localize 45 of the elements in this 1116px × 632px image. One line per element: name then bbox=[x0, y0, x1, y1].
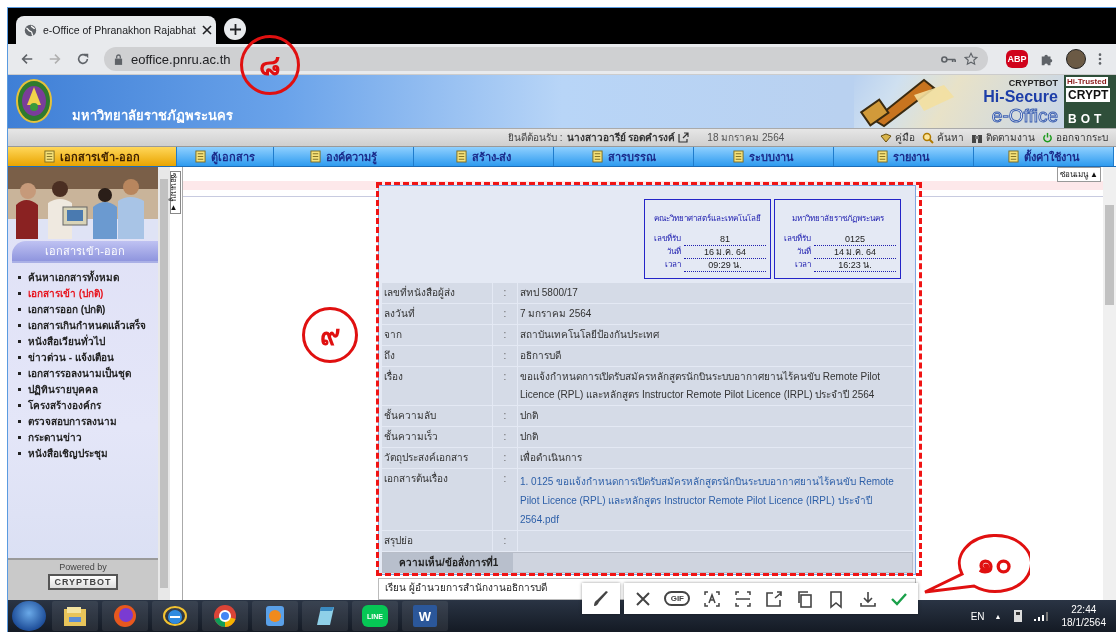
circled-number: ๘ bbox=[240, 35, 300, 95]
field-value: เพื่อดำเนินการ bbox=[518, 448, 913, 468]
colon-separator: : bbox=[503, 308, 507, 319]
greeting-label: ยินดีต้อนรับ : bbox=[508, 131, 563, 145]
field-label: เรื่อง bbox=[382, 367, 492, 405]
powered-by-label: Powered by bbox=[59, 562, 107, 572]
current-date: 18 มกราคม 2564 bbox=[707, 131, 785, 145]
colon-separator: : bbox=[503, 329, 507, 340]
colon-separator: : bbox=[503, 371, 507, 382]
field-label: วัตถุประสงค์เอกสาร bbox=[382, 448, 492, 468]
circled-number: ๙ bbox=[302, 307, 358, 363]
tab-title: e-Office of Phranakhon Rajabhat bbox=[43, 24, 196, 36]
field-label: ชั้นความเร็ว bbox=[382, 427, 492, 447]
field-label: สรุปย่อ bbox=[382, 531, 492, 551]
colon-separator: : bbox=[503, 410, 507, 421]
field-label: ถึง bbox=[382, 346, 492, 366]
brand-text: Hi-Secure bbox=[983, 89, 1058, 105]
section-heading: เอกสารเข้า-ออก bbox=[12, 241, 158, 263]
field-value: สถาบันเทคโนโลยีป้องกันประเทศ bbox=[518, 325, 913, 345]
field-label: เอกสารต้นเรื่อง bbox=[382, 469, 492, 530]
field-value: ปกติ bbox=[518, 406, 913, 426]
brand-text: e-Office bbox=[991, 106, 1058, 125]
university-name: มหาวิทยาลัยราชภัฏพระนคร bbox=[72, 107, 233, 125]
field-value: อธิการบดี bbox=[518, 346, 913, 366]
field-value: สทป 5800/17 bbox=[518, 283, 913, 303]
brand-text: CRYPTBOT bbox=[1008, 79, 1058, 88]
field-label: ลงวันที่ bbox=[382, 304, 492, 324]
colon-separator: : bbox=[503, 473, 507, 484]
user-name: นางสาวอารีย์ รอดคำรงค์ bbox=[566, 131, 676, 145]
colon-separator: : bbox=[503, 431, 507, 442]
field-label: เลขที่หนังสือผู้ส่ง bbox=[382, 283, 492, 303]
field-label: ชั้นความลับ bbox=[382, 406, 492, 426]
receipt-stamp: คณะวิทยาศาสตร์และเทคโนโลยี เลขที่รับ 81 วันที่ 16 ม.ค. 64 เวลา 09:29 น. bbox=[644, 199, 771, 279]
vendor-logo: CRYPTBOT bbox=[48, 574, 118, 590]
brand-logo: Hi-Trusted CRYPT BOT bbox=[1064, 75, 1116, 128]
field-value: ขอแจ้งกำหนดการเปิดรับสมัครหลักสูตรนักบินระบบอากาศยานไร้คนขับ Remote Pilot Licence (RPL) และหลักสูตร Instructor Remote Pilot Licence (IRPL) ประจำปี 2564 bbox=[518, 367, 913, 405]
field-label: จาก bbox=[382, 325, 492, 345]
colon-separator: : bbox=[503, 452, 507, 463]
colon-separator: : bbox=[503, 535, 507, 546]
receipt-stamp: มหาวิทยาลัยราชภัฏพระนคร เลขที่รับ 0125 วันที่ 14 ม.ค. 64 เวลา 16:23 น. bbox=[774, 199, 901, 279]
field-value: 7 มกราคม 2564 bbox=[518, 304, 913, 324]
colon-separator: : bbox=[503, 350, 507, 361]
url-text: eoffice.pnru.ac.th bbox=[131, 51, 231, 67]
colon-separator: : bbox=[503, 287, 507, 298]
field-value: ปกติ bbox=[518, 427, 913, 447]
